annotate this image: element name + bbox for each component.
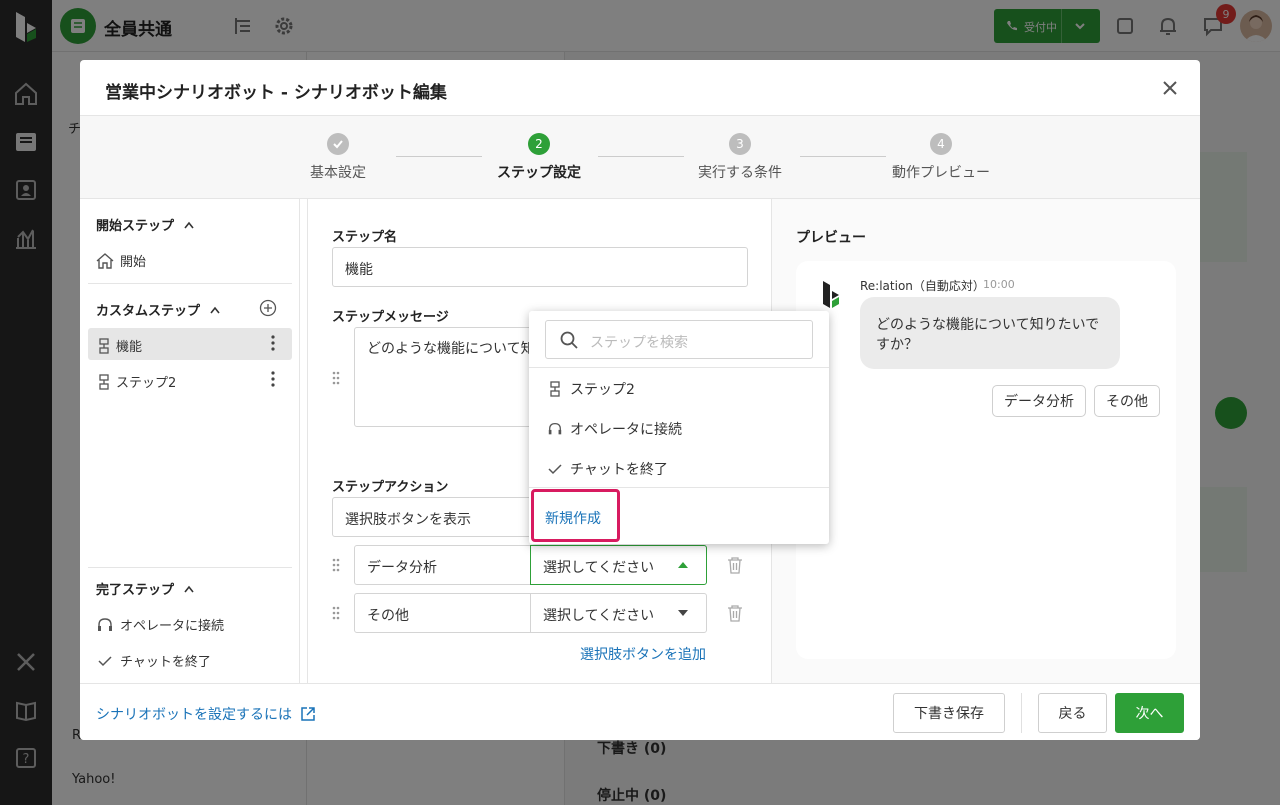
bot-name: Re:lation（自動応対）: [860, 279, 985, 293]
save-draft-button[interactable]: 下書き保存: [893, 693, 1005, 733]
start-step-heading[interactable]: 開始ステップ: [96, 215, 194, 234]
choice-name-input[interactable]: その他: [354, 593, 531, 633]
step-name-label: ステップ名: [332, 230, 398, 245]
add-step-plus-icon[interactable]: [259, 299, 277, 317]
more-vert-icon[interactable]: [271, 335, 275, 351]
custom-step-label: ステップ2: [116, 376, 177, 391]
step-progress: 基本設定 2 ステップ設定 3 実行する条件 4 動作プレビュー: [80, 116, 1200, 199]
caret-up-icon: [678, 562, 688, 568]
step-message-label: ステップメッセージ: [332, 310, 449, 325]
trash-icon[interactable]: [727, 556, 743, 574]
step-node-icon: [550, 381, 560, 397]
step-1-check-icon: [327, 133, 349, 155]
home-icon: [96, 252, 114, 269]
search-icon: [560, 331, 578, 349]
chevron-up-icon: [184, 585, 194, 592]
step-name-value: 機能: [345, 262, 373, 278]
start-step-item[interactable]: 開始: [96, 251, 146, 270]
choice-target-select[interactable]: 選択してください: [530, 545, 707, 585]
done-step-item[interactable]: オペレータに接続: [96, 615, 224, 634]
dropdown-option-end-chat[interactable]: チャットを終了: [547, 459, 668, 479]
choice-target-select[interactable]: 選択してください: [530, 593, 707, 633]
dropdown-option-step2[interactable]: ステップ2: [547, 379, 635, 399]
message-time: 10:00: [983, 278, 1015, 291]
preview-choice-button[interactable]: データ分析: [992, 385, 1086, 417]
custom-step-heading-label: カスタムステップ: [96, 304, 201, 319]
caret-down-icon: [678, 610, 688, 616]
step-action-label: ステップアクション: [332, 480, 449, 495]
search-placeholder: ステップを検索: [590, 335, 688, 351]
create-new-step-link[interactable]: 新規作成: [545, 508, 601, 528]
dropdown-option-label: ステップ2: [570, 382, 635, 398]
step-3-number: 3: [729, 133, 751, 155]
help-link[interactable]: シナリオボットを設定するには: [96, 704, 316, 724]
step-name-input[interactable]: 機能: [332, 247, 748, 287]
check-icon: [548, 464, 562, 475]
bot-message-bubble: どのような機能について知りたいで すか？: [860, 297, 1120, 369]
preview-panel: プレビュー Re:lation（自動応対） 10:00 どのような機能について知…: [772, 199, 1200, 683]
bot-message-line: どのような機能について知りたいで: [876, 317, 1100, 333]
step-search-input[interactable]: ステップを検索: [545, 320, 813, 359]
headset-icon: [548, 423, 562, 435]
bot-message-line: すか？: [876, 337, 918, 353]
bot-logo-icon: [823, 281, 839, 308]
close-icon[interactable]: [1158, 76, 1182, 100]
modal-title: 営業中シナリオボット - シナリオボット編集: [105, 83, 447, 103]
step-2-number: 2: [528, 133, 550, 155]
back-button[interactable]: 戻る: [1038, 693, 1107, 733]
step-4-label: 動作プレビュー: [892, 165, 990, 181]
start-step-label: 開始: [120, 255, 147, 270]
done-step-heading[interactable]: 完了ステップ: [96, 579, 194, 598]
choice-target-value: 選択してください: [543, 560, 655, 576]
choice-name-input[interactable]: データ分析: [354, 545, 531, 585]
trash-icon[interactable]: [727, 604, 743, 622]
choice-target-value: 選択してください: [543, 608, 655, 624]
help-link-label: シナリオボットを設定するには: [96, 707, 292, 723]
choice-name-value: その他: [367, 608, 409, 624]
step-select-dropdown: ステップを検索 ステップ2 オペレータに接続 チャットを終了 新規作成: [529, 311, 829, 544]
more-vert-icon[interactable]: [271, 371, 275, 387]
custom-step-label: 機能: [116, 340, 143, 355]
check-icon: [98, 655, 112, 666]
preview-choice-button[interactable]: その他: [1094, 385, 1160, 417]
custom-step-item[interactable]: 機能: [98, 336, 142, 355]
dropdown-option-label: チャットを終了: [570, 462, 668, 478]
done-step-label: オペレータに接続: [120, 619, 225, 634]
step-2-label: ステップ設定: [497, 165, 581, 181]
step-message-value: どのような機能について知: [367, 341, 535, 357]
chevron-up-icon: [210, 306, 220, 313]
chevron-up-icon: [184, 221, 194, 228]
step-action-select[interactable]: 選択肢ボタンを表示: [332, 497, 532, 537]
preview-heading: プレビュー: [796, 230, 866, 246]
start-step-heading-label: 開始ステップ: [96, 219, 175, 234]
choice-name-value: データ分析: [367, 560, 437, 576]
step-list-sidebar: 開始ステップ 開始 カスタムステップ 機能 ステップ2 完了ステップ オペレータ…: [80, 199, 300, 683]
step-node-icon: [99, 337, 109, 354]
drag-handle-icon[interactable]: [332, 558, 340, 572]
dropdown-option-operator[interactable]: オペレータに接続: [547, 419, 682, 439]
step-4-number: 4: [930, 133, 952, 155]
step-3-label: 実行する条件: [698, 165, 782, 181]
modal-header: 営業中シナリオボット - シナリオボット編集: [80, 60, 1200, 116]
done-step-item[interactable]: チャットを終了: [96, 651, 211, 670]
drag-handle-icon[interactable]: [332, 606, 340, 620]
custom-step-heading[interactable]: カスタムステップ: [96, 300, 220, 319]
headset-icon: [98, 617, 112, 631]
preview-chat-window: Re:lation（自動応対） 10:00 どのような機能について知りたいで す…: [796, 261, 1176, 659]
done-step-label: チャットを終了: [120, 655, 211, 670]
step-node-icon: [99, 373, 109, 390]
step-action-value: 選択肢ボタンを表示: [345, 512, 471, 528]
done-step-heading-label: 完了ステップ: [96, 583, 175, 598]
external-link-icon: [301, 707, 315, 721]
add-choice-link[interactable]: 選択肢ボタンを追加: [580, 644, 706, 664]
custom-step-item[interactable]: ステップ2: [98, 372, 176, 391]
step-1-label: 基本設定: [310, 165, 366, 181]
next-button[interactable]: 次へ: [1115, 693, 1184, 733]
drag-handle-icon[interactable]: [332, 371, 340, 385]
modal-footer: シナリオボットを設定するには 下書き保存 戻る 次へ: [80, 683, 1200, 740]
dropdown-option-label: オペレータに接続: [570, 422, 682, 438]
